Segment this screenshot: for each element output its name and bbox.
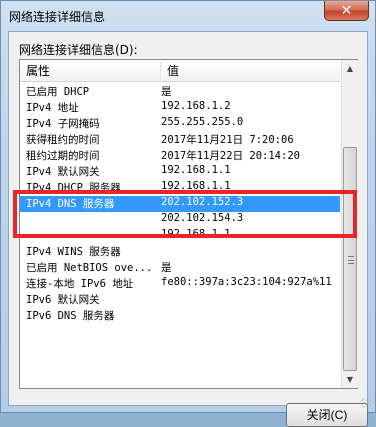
- table-row[interactable]: IPv4 地址 192.168.1.2: [20, 100, 340, 116]
- table-row[interactable]: IPv4 WINS 服务器: [20, 244, 340, 260]
- row-value: 192.168.1.2: [161, 100, 231, 112]
- table-row[interactable]: 192.168.1.1: [20, 228, 340, 244]
- row-property: 连接-本地 IPv6 地址: [26, 278, 134, 290]
- row-property: IPv4 DHCP 服务器: [26, 182, 121, 194]
- table-row[interactable]: 202.102.154.3: [20, 212, 340, 228]
- row-property: IPv4 WINS 服务器: [26, 246, 121, 258]
- table-row[interactable]: IPv6 默认网关: [20, 292, 340, 308]
- row-value: fe80::397a:3c23:104:927a%11: [161, 276, 332, 288]
- column-header-value[interactable]: 值: [161, 60, 340, 82]
- scrollbar-thumb[interactable]: [343, 147, 357, 371]
- row-value: 202.102.152.3: [161, 196, 244, 208]
- close-button[interactable]: 关闭(C): [286, 403, 368, 427]
- row-value: 是: [161, 86, 172, 98]
- row-property: IPv4 地址: [26, 102, 79, 114]
- grip-icon: [348, 256, 354, 264]
- arrow-up-icon: ▲: [346, 64, 354, 73]
- table-row[interactable]: 已启用 DHCP 是: [20, 84, 340, 100]
- table-row-selected[interactable]: IPv4 DNS 服务器 202.102.152.3: [20, 196, 340, 212]
- scroll-up-button[interactable]: ▲: [342, 60, 358, 77]
- resize-grip[interactable]: [361, 398, 371, 408]
- window-close-button[interactable]: ✕: [324, 1, 369, 21]
- row-value: 2017年11月21日 7:20:06: [161, 134, 294, 146]
- details-listview[interactable]: 属性 值 已启用 DHCP 是 IPv4 地址 192.168.1.2 IPv4 子网掩…: [19, 59, 358, 389]
- close-icon: ✕: [340, 2, 353, 19]
- arrow-down-icon: ▼: [346, 375, 354, 384]
- column-header-property[interactable]: 属性: [20, 60, 161, 82]
- row-value: 2017年11月22日 20:14:20: [161, 150, 300, 162]
- row-property: 获得租约的时间: [26, 134, 100, 146]
- table-row[interactable]: 租约过期的时间 2017年11月22日 20:14:20: [20, 148, 340, 164]
- row-property: 已启用 NetBIOS ove...: [26, 262, 153, 274]
- row-property: IPv4 DNS 服务器: [26, 198, 115, 210]
- table-row[interactable]: 获得租约的时间 2017年11月21日 7:20:06: [20, 132, 340, 148]
- list-header: 属性 值: [20, 60, 340, 82]
- row-value: 202.102.154.3: [161, 212, 244, 224]
- table-row[interactable]: 连接-本地 IPv6 地址 fe80::397a:3c23:104:927a%11: [20, 276, 340, 292]
- dialog-client-area: 网络连接详细信息(D): 属性 值 已启用 DHCP 是 IPv4 地址 192.16…: [8, 31, 368, 427]
- row-property: 已启用 DHCP: [26, 86, 90, 98]
- window-title: 网络连接详细信息: [9, 10, 106, 24]
- row-value: 255.255.255.0: [161, 116, 244, 128]
- row-value: 192.168.1.1: [161, 164, 231, 176]
- row-property: 租约过期的时间: [26, 150, 100, 162]
- scroll-down-button[interactable]: ▼: [342, 371, 358, 388]
- row-value: 是: [161, 262, 172, 274]
- table-row[interactable]: IPv4 DHCP 服务器 192.168.1.1: [20, 180, 340, 196]
- row-property: IPv4 默认网关: [26, 166, 100, 178]
- vertical-scrollbar[interactable]: ▲ ▼: [341, 60, 358, 388]
- row-property: IPv6 DNS 服务器: [26, 310, 115, 322]
- row-value: 192.168.1.1: [161, 228, 231, 240]
- details-group-label: 网络连接详细信息(D):: [19, 43, 138, 57]
- table-row[interactable]: IPv4 子网掩码 255.255.255.0: [20, 116, 340, 132]
- table-row[interactable]: IPv6 DNS 服务器: [20, 308, 340, 324]
- row-property: IPv6 默认网关: [26, 294, 100, 306]
- table-row[interactable]: 已启用 NetBIOS ove... 是: [20, 260, 340, 276]
- network-details-dialog: 网络连接详细信息 ✕ 网络连接详细信息(D): 属性 值 已启用 DHCP 是 IP…: [0, 0, 376, 427]
- row-value: 192.168.1.1: [161, 180, 231, 192]
- row-property: IPv4 子网掩码: [26, 118, 100, 130]
- table-row[interactable]: IPv4 默认网关 192.168.1.1: [20, 164, 340, 180]
- title-bar[interactable]: 网络连接详细信息 ✕: [1, 1, 375, 31]
